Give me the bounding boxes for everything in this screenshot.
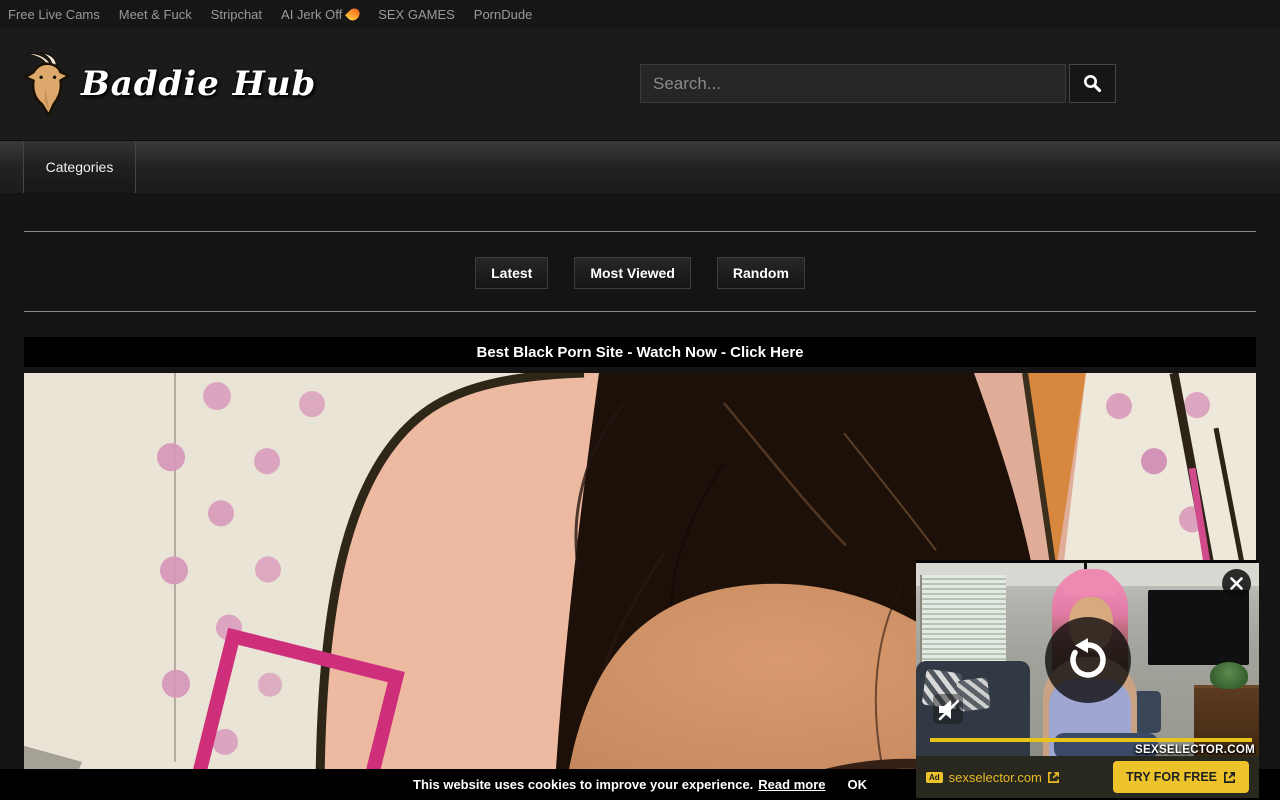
tab-latest[interactable]: Latest (475, 257, 548, 289)
tab-most-viewed[interactable]: Most Viewed (574, 257, 691, 289)
replay-icon (1064, 636, 1112, 684)
topbar-link-stripchat[interactable]: Stripchat (211, 7, 262, 22)
ad-replay-button[interactable] (1045, 617, 1131, 703)
cookie-ok-button[interactable]: OK (848, 777, 868, 792)
fire-icon (345, 6, 362, 23)
ad-watermark: SEXSELECTOR.COM (1135, 744, 1255, 756)
topbar-link-free-live-cams[interactable]: Free Live Cams (8, 7, 100, 22)
topbar-link-meet-and-fuck[interactable]: Meet & Fuck (119, 7, 192, 22)
cookie-read-more-link[interactable]: Read more (758, 777, 825, 792)
ad-video-player[interactable]: SEXSELECTOR.COM (916, 560, 1259, 756)
scene-chair (1134, 691, 1161, 733)
separator (24, 231, 1256, 232)
ad-cta-button[interactable]: TRY FOR FREE (1113, 761, 1249, 793)
search-button[interactable] (1069, 64, 1116, 103)
scene-person-bangs (1064, 569, 1118, 596)
ad-info-bar: Ad sexselector.com TRY FOR FREE (916, 756, 1259, 798)
scene-plant (1210, 662, 1248, 689)
ad-mute-button[interactable] (933, 694, 963, 724)
tab-random[interactable]: Random (717, 257, 805, 289)
separator (24, 311, 1256, 312)
nav-item-categories[interactable]: Categories (23, 141, 136, 193)
topbar-link-porndude[interactable]: PornDude (474, 7, 533, 22)
ad-advertiser-link[interactable]: sexselector.com (949, 770, 1060, 785)
close-icon (1230, 577, 1243, 590)
sort-tabs: Latest Most Viewed Random (24, 257, 1256, 289)
magnifier-icon (1083, 74, 1102, 93)
site-header: Baddie Hub (0, 28, 1280, 140)
site-logo[interactable]: Baddie Hub (20, 52, 316, 116)
ad-progress-bar[interactable] (930, 738, 1252, 742)
goat-icon (20, 52, 74, 116)
ad-badge: Ad (926, 772, 943, 783)
cookie-message: This website uses cookies to improve you… (413, 777, 753, 792)
search-bar (640, 64, 1116, 103)
search-input[interactable] (640, 64, 1066, 103)
ad-close-button[interactable] (1222, 569, 1251, 598)
video-ad-overlay: SEXSELECTOR.COM Ad sexselector.com TRY F… (916, 560, 1259, 798)
external-link-icon (1047, 771, 1060, 784)
scene-tv (1148, 590, 1249, 665)
external-link-icon (1223, 771, 1236, 784)
promo-banner-link[interactable]: Best Black Porn Site - Watch Now - Click… (24, 337, 1256, 367)
main-nav: Categories (0, 140, 1280, 193)
site-name: Baddie Hub (81, 64, 316, 104)
muted-speaker-icon (937, 698, 960, 721)
topbar-link-sex-games[interactable]: SEX GAMES (378, 7, 455, 22)
top-link-bar: Free Live Cams Meet & Fuck Stripchat AI … (0, 0, 1280, 28)
topbar-link-ai-jerk-off[interactable]: AI Jerk Off (281, 7, 359, 22)
